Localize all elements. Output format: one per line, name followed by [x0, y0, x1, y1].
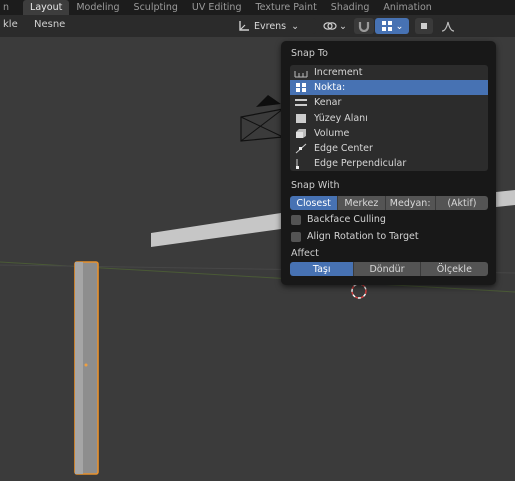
snap-with-selector: Closest Merkez Medyan: (Aktif)	[290, 196, 488, 210]
proportional-editing-toggle[interactable]	[415, 18, 433, 34]
plane-mesh	[151, 213, 281, 247]
pillar-highlight	[75, 262, 83, 474]
tab-sculpting[interactable]: Sculpting	[127, 0, 185, 15]
increment-icon	[294, 67, 308, 78]
edge-icon	[294, 97, 308, 108]
snap-to-vertex[interactable]: Nokta:	[290, 80, 488, 96]
chevron-down-icon: ⌄	[339, 20, 347, 32]
orientation-label: Evrens	[254, 20, 287, 32]
snap-to-increment[interactable]: Increment	[290, 65, 488, 80]
snap-to-face[interactable]: Yüzey Alanı	[290, 111, 488, 126]
snap-with-active[interactable]: (Aktif)	[435, 196, 488, 210]
align-rotation-checkbox[interactable]	[291, 231, 301, 242]
snap-target-dropdown[interactable]: ⌄	[375, 18, 409, 34]
snap-with-closest[interactable]: Closest	[290, 196, 339, 210]
proportional-falloff-dropdown[interactable]	[436, 18, 460, 34]
snap-to-label: Yüzey Alanı	[314, 112, 368, 124]
magnet-icon	[358, 22, 370, 32]
affect-move[interactable]: Taşı	[290, 262, 355, 276]
backface-culling-row[interactable]: Backface Culling	[291, 214, 386, 225]
face-icon	[294, 113, 308, 124]
snap-to-label: Nokta:	[314, 82, 346, 94]
tab-animation[interactable]: Animation	[376, 0, 438, 15]
object-origin-point	[84, 363, 88, 367]
chevron-down-icon: ⌄	[395, 20, 404, 32]
proportional-dot-icon	[421, 23, 427, 29]
menu-add-truncated[interactable]: kle	[3, 19, 18, 30]
edge-center-icon	[294, 143, 308, 154]
tab-truncated[interactable]: n	[0, 0, 23, 15]
snap-to-edge-center[interactable]: Edge Center	[290, 141, 488, 156]
pivot-link-icon	[323, 22, 337, 30]
edge-perpendicular-icon	[294, 158, 308, 170]
camera-up-triangle	[256, 95, 281, 107]
viewport-header: kle Nesne Evrens ⌄ ⌄ ⌄	[0, 15, 515, 37]
plane-mesh-right	[496, 190, 515, 207]
volume-icon	[294, 128, 308, 139]
affect-scale[interactable]: Ölçekle	[420, 262, 488, 276]
tab-uv-editing[interactable]: UV Editing	[185, 0, 249, 15]
snap-to-label: Increment	[314, 67, 363, 78]
chevron-down-icon: ⌄	[291, 20, 300, 32]
falloff-curve-icon	[441, 21, 455, 32]
snap-with-heading: Snap With	[291, 180, 340, 191]
menu-object[interactable]: Nesne	[34, 19, 65, 30]
pivot-point-dropdown[interactable]: ⌄	[320, 18, 350, 34]
snap-with-center[interactable]: Merkez	[338, 196, 386, 210]
backface-culling-label: Backface Culling	[307, 214, 386, 225]
camera-line	[240, 108, 284, 142]
camera-line	[240, 116, 284, 138]
transform-orientation-dropdown[interactable]: Evrens ⌄	[238, 18, 316, 34]
backface-culling-checkbox[interactable]	[291, 214, 301, 225]
snap-toggle-button[interactable]	[354, 18, 374, 34]
affect-heading: Affect	[291, 248, 319, 259]
affect-rotate[interactable]: Döndür	[354, 262, 421, 276]
snapping-popover: Snap To Increment Nokta: Kenar Yüzey Ala…	[281, 41, 496, 285]
snap-to-edge[interactable]: Kenar	[290, 95, 488, 110]
orientation-axes-icon	[239, 21, 249, 31]
snap-to-label: Volume	[314, 127, 350, 139]
workspace-tabs-bar: n Layout Modeling Sculpting UV Editing T…	[0, 0, 515, 15]
snap-to-label: Edge Perpendicular	[314, 158, 407, 170]
vertex-icon	[294, 82, 308, 93]
snap-to-volume[interactable]: Volume	[290, 126, 488, 141]
tab-layout[interactable]: Layout	[23, 0, 70, 15]
affect-selector: Taşı Döndür Ölçekle	[290, 262, 488, 276]
snap-to-label: Edge Center	[314, 142, 373, 154]
snap-to-edge-perpendicular[interactable]: Edge Perpendicular	[290, 156, 488, 171]
align-rotation-label: Align Rotation to Target	[307, 231, 419, 242]
snap-to-heading: Snap To	[291, 48, 328, 59]
align-rotation-row[interactable]: Align Rotation to Target	[291, 231, 419, 242]
vertex-snap-icon	[381, 21, 392, 31]
snap-with-median[interactable]: Medyan:	[385, 196, 436, 210]
tab-texture-paint[interactable]: Texture Paint	[248, 0, 323, 15]
snap-to-label: Kenar	[314, 97, 342, 109]
tab-shading[interactable]: Shading	[324, 0, 377, 15]
snap-to-list: Increment Nokta: Kenar Yüzey Alanı Volum…	[290, 65, 488, 171]
tab-modeling[interactable]: Modeling	[69, 0, 126, 15]
